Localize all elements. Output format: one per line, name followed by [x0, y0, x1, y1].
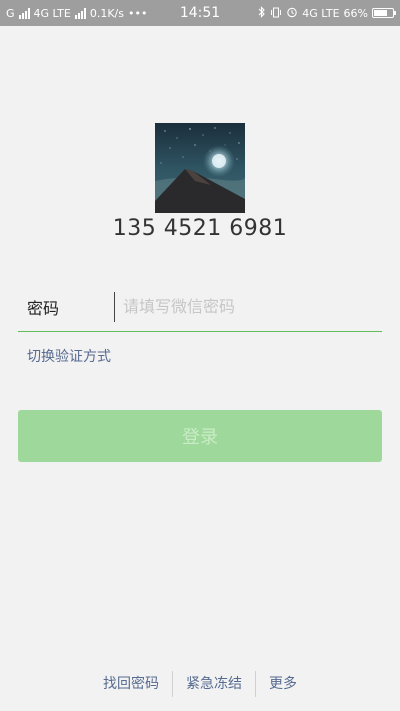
- vibrate-icon: [270, 7, 282, 20]
- battery-percent: 66%: [343, 6, 368, 20]
- alarm-icon: [286, 6, 298, 20]
- battery-icon: [372, 8, 396, 18]
- password-row: 密码: [18, 282, 382, 332]
- bottom-links: 找回密码 紧急冻结 更多: [0, 670, 400, 698]
- login-button[interactable]: 登录: [18, 410, 382, 462]
- status-bar: G 4G LTE 0.1K/s ••• 14:51 4G LTE 66%: [0, 0, 400, 26]
- login-screen: G 4G LTE 0.1K/s ••• 14:51 4G LTE 66% 135…: [0, 0, 400, 711]
- signal-icon-2: [74, 7, 86, 19]
- password-input[interactable]: [114, 291, 382, 322]
- more-link[interactable]: 更多: [256, 670, 310, 698]
- account-phone-number: 135 4521 6981: [112, 216, 288, 241]
- network-label-2: 4G LTE: [302, 6, 340, 20]
- status-bar-right: 4G LTE 66%: [258, 6, 396, 20]
- emergency-freeze-link[interactable]: 紧急冻结: [173, 670, 255, 698]
- bluetooth-icon: [258, 6, 266, 20]
- network-label-1: 4G LTE: [33, 6, 71, 20]
- password-label: 密码: [27, 298, 60, 318]
- status-bar-left: G 4G LTE 0.1K/s •••: [6, 7, 258, 20]
- avatar[interactable]: [155, 123, 245, 213]
- recover-password-link[interactable]: 找回密码: [90, 670, 172, 698]
- network-speed: 0.1K/s: [89, 6, 124, 20]
- more-notifications-icon: •••: [128, 6, 148, 20]
- signal-icon: [18, 7, 30, 19]
- switch-verification-link[interactable]: 切换验证方式: [27, 346, 111, 366]
- carrier-label: G: [6, 6, 15, 20]
